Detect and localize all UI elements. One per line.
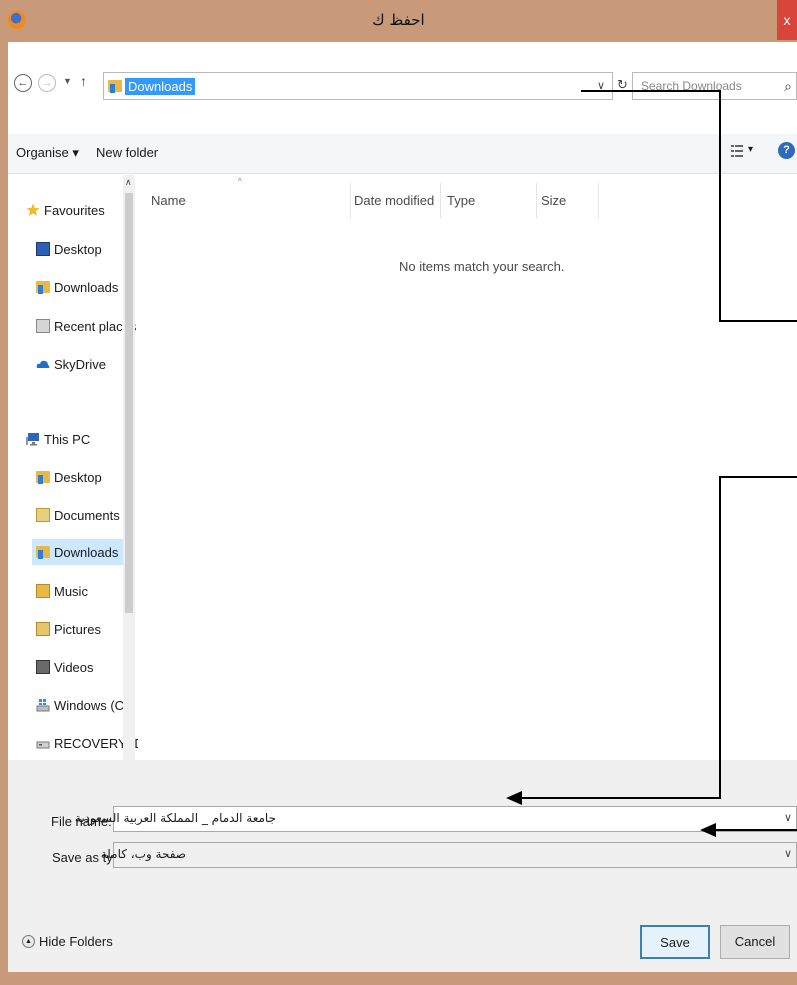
address-bar[interactable]: Downloads ∨ ↻	[103, 72, 628, 100]
address-path: Downloads	[125, 78, 196, 95]
recent-locations-chevron-icon[interactable]: ▼	[63, 76, 72, 86]
cloud-icon	[36, 357, 50, 371]
sidebar-item-windows-c[interactable]: Windows (C:)	[36, 694, 132, 716]
star-icon	[26, 203, 40, 217]
sidebar-item-desktop[interactable]: Desktop	[36, 238, 102, 260]
save-type-select[interactable]: صفحة وب، كاملة ∨	[101, 842, 797, 868]
desktop-icon	[36, 242, 50, 256]
save-button[interactable]: Save	[640, 925, 710, 959]
sidebar-item-label: Videos	[54, 659, 94, 675]
sidebar-item-recent-places[interactable]: Recent places	[36, 315, 136, 337]
column-divider	[350, 183, 351, 219]
view-dropdown-icon[interactable]: ▾	[748, 144, 753, 155]
sidebar-item-pictures[interactable]: Pictures	[36, 618, 101, 640]
annotation-line	[719, 476, 721, 798]
sidebar-item-label: Desktop	[54, 469, 102, 485]
column-size[interactable]: Size	[541, 193, 566, 208]
sidebar-item-label: Downloads	[54, 544, 119, 560]
sidebar-item-label: Pictures	[54, 621, 101, 637]
drive-icon	[36, 698, 50, 712]
sidebar-item-label: Desktop	[54, 241, 102, 257]
file-list: ^ Name Date modified Type Size No items …	[138, 175, 797, 802]
videos-folder-icon	[36, 660, 50, 674]
column-divider	[536, 183, 537, 219]
sort-arrow-icon: ^	[238, 177, 242, 186]
save-type-dropdown-icon[interactable]: ∨	[784, 847, 792, 860]
help-icon[interactable]: ?	[778, 142, 795, 159]
downloads-folder-icon	[36, 546, 50, 559]
column-type[interactable]: Type	[447, 193, 475, 208]
command-toolbar: Organise ▾ New folder ▾ ?	[8, 134, 797, 174]
sidebar-item-pc-desktop[interactable]: Desktop	[36, 466, 102, 488]
window-title: احفظ ك	[372, 11, 425, 29]
collapse-icon: ▲	[22, 935, 35, 948]
sidebar-item-favourites[interactable]: Favourites	[26, 199, 105, 221]
sidebar-item-videos[interactable]: Videos	[36, 656, 94, 678]
search-icon[interactable]: ⌕	[784, 78, 792, 95]
file-name-dropdown-icon[interactable]: ∨	[784, 811, 792, 824]
empty-message: No items match your search.	[399, 259, 565, 274]
sidebar-item-documents[interactable]: Documents	[36, 504, 120, 526]
file-name-input[interactable]: جامعة الدمام _ المملكة العربية السعودية …	[75, 806, 797, 832]
navigation-pane: Favourites Desktop Downloads Recent plac…	[8, 175, 152, 802]
desktop-folder-icon	[36, 471, 50, 484]
scroll-thumb[interactable]	[125, 193, 133, 613]
hide-folders-label: Hide Folders	[39, 934, 113, 949]
save-type-value: صفحة وب، كاملة	[100, 847, 186, 861]
forward-icon[interactable]: →	[38, 74, 56, 92]
hide-folders-toggle[interactable]: ▲ Hide Folders	[22, 934, 113, 949]
annotation-line	[714, 829, 797, 831]
downloads-folder-icon	[108, 80, 122, 93]
sidebar-item-downloads[interactable]: Downloads	[36, 276, 118, 298]
cancel-button[interactable]: Cancel	[720, 925, 790, 959]
scroll-up-icon[interactable]: ∧	[125, 177, 132, 188]
save-dialog: ← → ▼ ↑ Downloads ∨ ↻ Search Downloads ⌕…	[8, 42, 797, 972]
organise-menu[interactable]: Organise ▾	[16, 145, 79, 161]
sidebar-item-skydrive[interactable]: SkyDrive	[36, 353, 106, 375]
title-bar: احفظ ك x	[0, 0, 797, 42]
column-name[interactable]: Name	[151, 193, 186, 208]
annotation-line	[520, 797, 721, 799]
sidebar-item-label: SkyDrive	[54, 356, 107, 372]
sidebar-item-label: Documents	[54, 507, 120, 523]
column-date-modified[interactable]: Date modified	[354, 193, 434, 208]
file-name-value: جامعة الدمام _ المملكة العربية السعودية	[74, 811, 276, 825]
annotation-line	[719, 90, 721, 322]
drive-icon	[36, 736, 50, 750]
recent-places-icon	[36, 319, 50, 333]
sidebar-item-label: This PC	[44, 431, 91, 447]
new-folder-button[interactable]: New folder	[96, 145, 158, 160]
sidebar-item-music[interactable]: Music	[36, 580, 88, 602]
sidebar-item-label: Music	[54, 583, 88, 599]
documents-folder-icon	[36, 508, 50, 522]
address-row: ← → ▼ ↑ Downloads ∨ ↻ Search Downloads ⌕	[8, 42, 797, 100]
annotation-line	[719, 320, 797, 322]
annotation-arrowhead-icon	[506, 791, 522, 805]
column-divider	[440, 183, 441, 219]
computer-icon	[26, 432, 40, 446]
sidebar-item-label: Favourites	[44, 202, 105, 218]
view-options-icon[interactable]	[730, 144, 744, 158]
save-form: File name: جامعة الدمام _ المملكة العربي…	[8, 760, 797, 972]
sidebar-item-label: Downloads	[54, 279, 119, 295]
music-folder-icon	[36, 584, 50, 598]
sidebar-item-pc-downloads[interactable]: Downloads	[32, 539, 123, 565]
pictures-folder-icon	[36, 622, 50, 636]
annotation-arrowhead-icon	[700, 823, 716, 837]
search-input[interactable]: Search Downloads ⌕	[632, 72, 797, 100]
navigation-scrollbar[interactable]: ∧ ∨	[123, 175, 135, 802]
column-divider	[598, 183, 599, 219]
up-arrow-icon[interactable]: ↑	[80, 73, 87, 89]
back-icon[interactable]: ←	[14, 74, 32, 92]
close-button[interactable]: x	[777, 0, 797, 40]
annotation-line	[719, 476, 797, 478]
sidebar-item-label: Windows (C:)	[54, 697, 133, 713]
downloads-folder-icon	[36, 281, 50, 294]
sidebar-item-this-pc[interactable]: This PC	[26, 428, 90, 450]
annotation-line	[581, 90, 721, 92]
